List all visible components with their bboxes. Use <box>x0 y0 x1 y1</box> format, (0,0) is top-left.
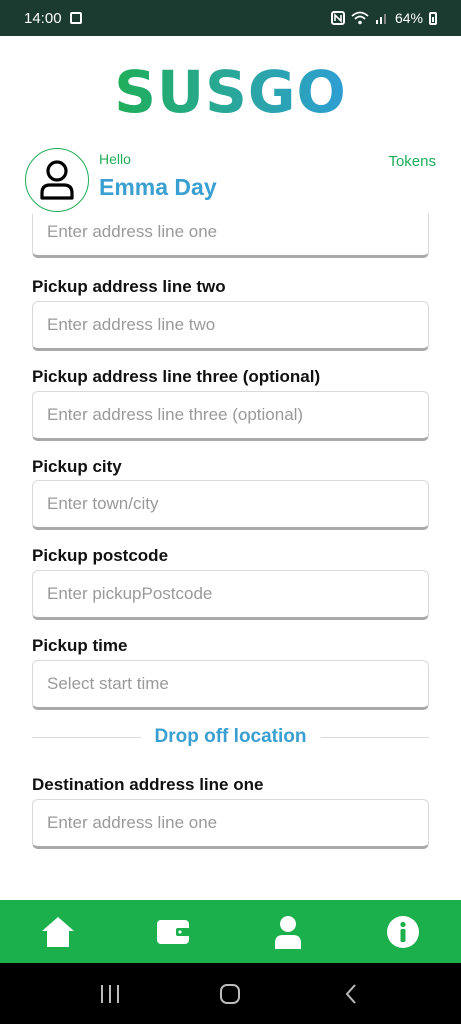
recent-apps-icon <box>101 984 120 1003</box>
app-logo: SUSGO <box>0 58 461 126</box>
app-logo-text: SUSGO <box>114 58 347 126</box>
pickup-address-line-two-placeholder: Enter address line two <box>47 315 216 334</box>
pickup-address-line-three-placeholder: Enter address line three (optional) <box>47 405 304 424</box>
back-button[interactable] <box>331 974 371 1014</box>
pickup-time-input[interactable]: Select start time <box>32 660 429 710</box>
pickup-city-input[interactable]: Enter town/city <box>32 480 429 530</box>
status-left: 14:00 <box>24 10 82 27</box>
drop-off-divider: Drop off location <box>32 722 430 752</box>
wifi-icon <box>351 11 369 25</box>
pickup-city-label: Pickup city <box>32 457 122 476</box>
greeting: Hello <box>99 151 131 167</box>
home-circle-icon <box>220 983 241 1004</box>
divider-line-left <box>32 736 141 738</box>
pickup-address-line-one-placeholder: Enter address line one <box>47 222 218 241</box>
pickup-postcode-label: Pickup postcode <box>32 546 169 565</box>
bottom-nav <box>0 900 461 963</box>
nav-profile-button[interactable] <box>258 907 318 957</box>
destination-address-line-one-placeholder: Enter address line one <box>47 813 218 832</box>
avatar[interactable] <box>25 148 89 212</box>
pickup-address-line-three-input[interactable]: Enter address line three (optional) <box>32 391 429 441</box>
recent-apps-button[interactable] <box>90 974 130 1014</box>
battery-percent: 64% <box>394 10 423 26</box>
status-bar: 14:00 64% <box>0 0 461 36</box>
info-icon <box>387 915 420 948</box>
back-arrow-icon <box>345 983 356 1004</box>
home-icon <box>41 916 74 947</box>
pickup-postcode-input[interactable]: Enter pickupPostcode <box>32 570 429 620</box>
pickup-address-line-three-label: Pickup address line three (optional) <box>32 367 321 386</box>
nav-info-button[interactable] <box>373 907 433 957</box>
pickup-time-label: Pickup time <box>32 636 128 655</box>
tokens-link[interactable]: Tokens <box>388 153 436 170</box>
status-right: 64% <box>330 10 437 26</box>
user-avatar-icon <box>40 160 74 200</box>
system-nav-bar <box>0 963 461 1024</box>
drop-off-heading: Drop off location <box>154 726 307 747</box>
nfc-icon <box>330 11 345 25</box>
nav-home-button[interactable] <box>28 907 88 957</box>
pickup-address-line-two-label: Pickup address line two <box>32 277 226 296</box>
destination-address-line-one-input[interactable]: Enter address line one <box>32 799 429 849</box>
home-system-button[interactable] <box>210 974 250 1014</box>
address-form[interactable]: Enter address line one Pickup address li… <box>0 214 461 900</box>
pickup-city-placeholder: Enter town/city <box>47 494 159 513</box>
wallet-icon <box>156 919 190 944</box>
status-time: 14:00 <box>24 9 62 27</box>
divider-line-right <box>320 736 430 738</box>
pickup-address-line-one-input[interactable]: Enter address line one <box>32 214 429 258</box>
nav-wallet-button[interactable] <box>143 907 203 957</box>
battery-icon <box>429 11 437 25</box>
signal-icon <box>375 14 386 24</box>
pickup-address-line-two-input[interactable]: Enter address line two <box>32 301 429 351</box>
destination-address-line-one-label: Destination address line one <box>32 775 264 794</box>
user-header: Hello Emma Day Tokens <box>25 148 436 214</box>
pickup-postcode-placeholder: Enter pickupPostcode <box>47 584 213 603</box>
gallery-notification-icon <box>69 12 82 24</box>
pickup-time-placeholder: Select start time <box>47 674 169 693</box>
user-name: Emma Day <box>99 174 217 200</box>
profile-icon <box>275 915 302 949</box>
